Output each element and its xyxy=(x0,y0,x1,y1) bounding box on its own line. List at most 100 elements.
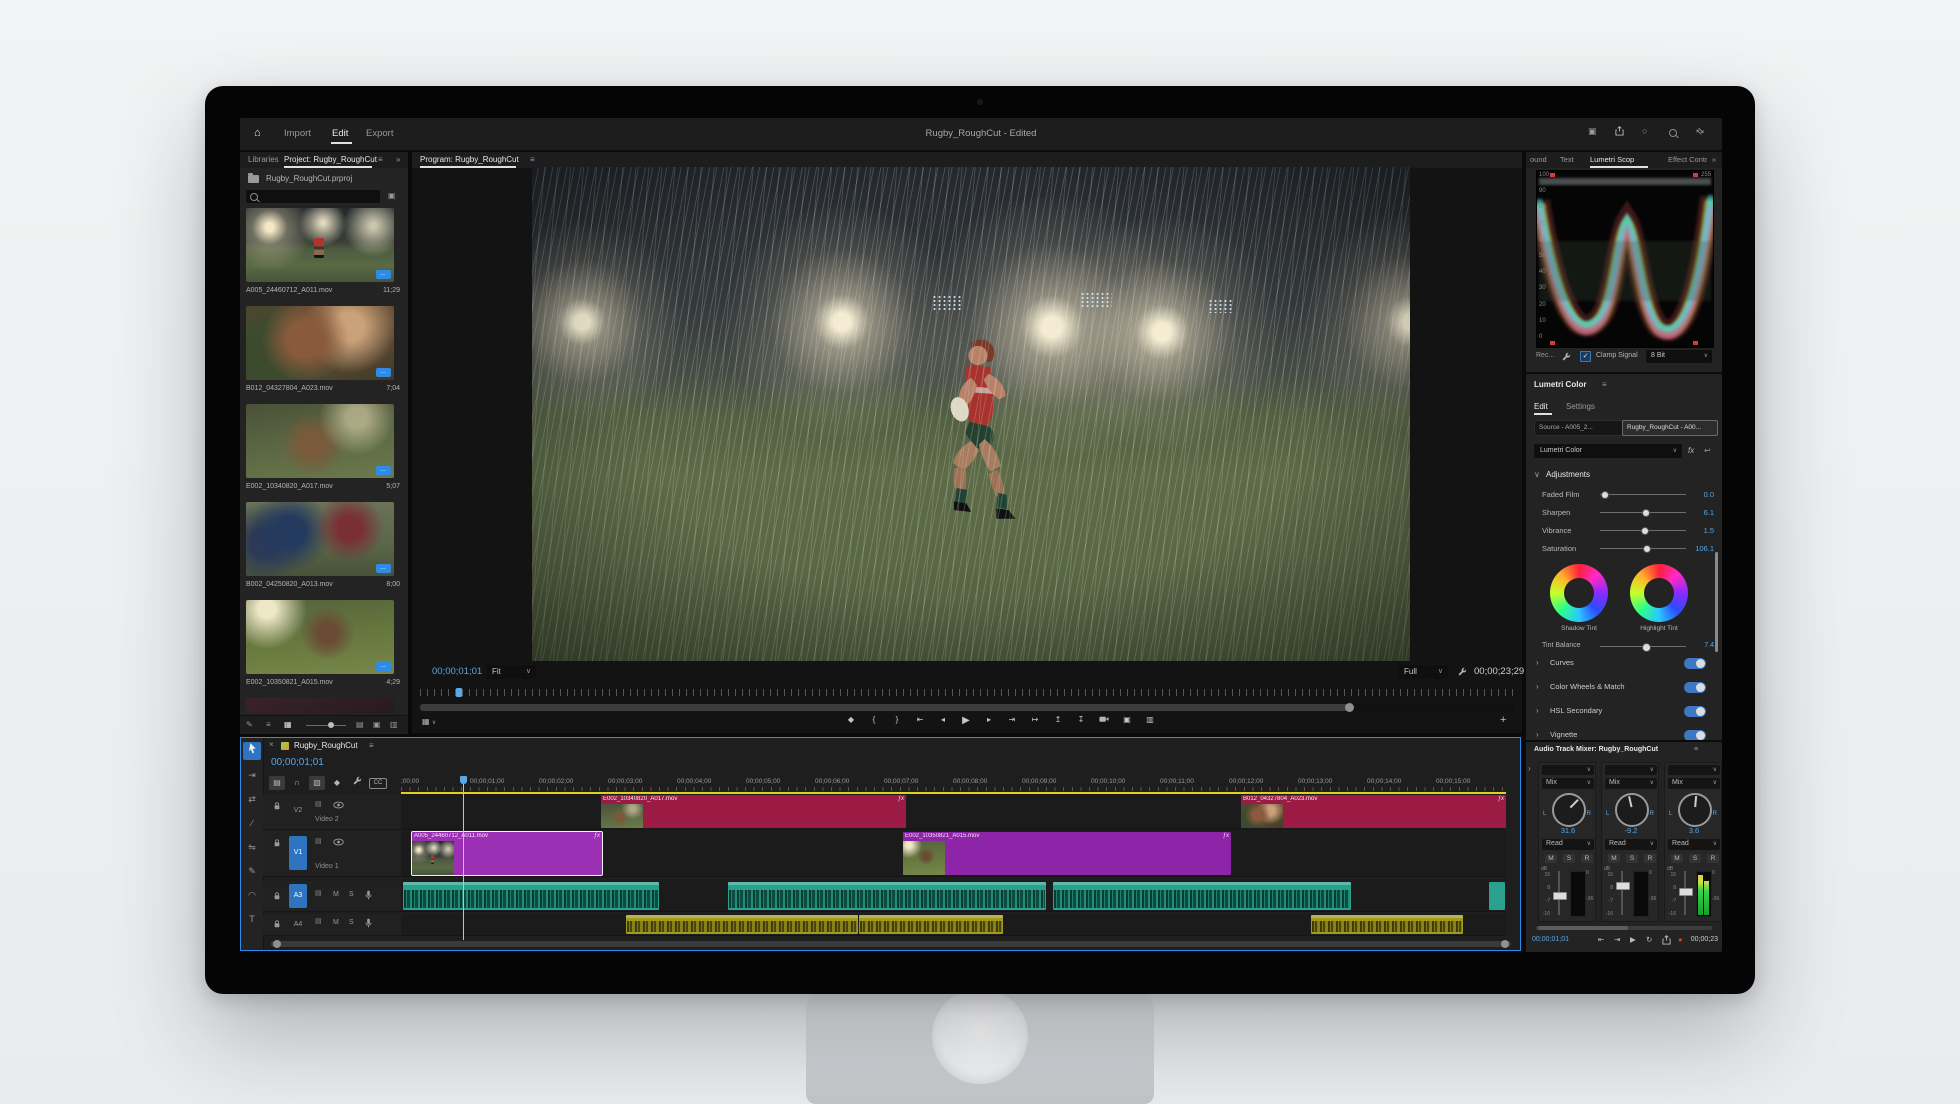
section-chevron-icon[interactable]: › xyxy=(1536,730,1539,739)
automation-select[interactable]: Read∨ xyxy=(1542,839,1594,850)
scrollbar-handle-left[interactable] xyxy=(273,940,281,948)
mix-select[interactable]: Mix∨ xyxy=(1542,778,1594,789)
lock-icon[interactable] xyxy=(273,839,281,849)
slider-track[interactable] xyxy=(1600,494,1686,495)
project-clip[interactable]: …A005_24460712_A011.mov11;29 xyxy=(240,208,408,304)
io-select[interactable]: ∨ xyxy=(1542,765,1594,775)
slider-value[interactable]: 6.1 xyxy=(1684,508,1714,517)
snap-icon[interactable]: ∩ xyxy=(289,776,305,790)
mixer-scrollbar-thumb[interactable] xyxy=(1538,926,1628,930)
lift-icon[interactable]: ↥ xyxy=(1049,715,1067,724)
source-patch-icon[interactable]: ▤ xyxy=(315,917,322,925)
track-content-a4[interactable] xyxy=(401,914,1506,936)
play-icon[interactable]: ▶ xyxy=(1630,935,1636,944)
shadow-tint-wheel[interactable] xyxy=(1550,564,1608,622)
add-marker-icon[interactable]: ◆ xyxy=(842,715,860,724)
mix-select[interactable]: Mix∨ xyxy=(1605,778,1657,789)
clip-thumbnail[interactable]: … xyxy=(246,502,394,576)
pan-knob[interactable] xyxy=(1615,793,1649,827)
close-icon[interactable]: × xyxy=(269,740,274,749)
program-menu-icon[interactable]: ≡ xyxy=(530,155,535,164)
fx-icon[interactable]: fx xyxy=(1688,446,1694,455)
scope-rec-label[interactable]: Rec... xyxy=(1536,352,1554,359)
share-icon[interactable] xyxy=(1615,126,1624,138)
mix-select[interactable]: Mix∨ xyxy=(1668,778,1720,789)
source-patch-icon[interactable]: ▤ xyxy=(315,800,322,808)
lumetri-menu-icon[interactable]: ≡ xyxy=(1602,380,1607,389)
project-clip[interactable]: …E002_10350821_A015.mov4;29 xyxy=(240,600,408,696)
track-content-v1[interactable]: A005_24460712_A011.movƒxE002_10350821_A0… xyxy=(401,831,1506,877)
lock-icon[interactable] xyxy=(273,892,281,902)
lock-icon[interactable] xyxy=(273,920,281,930)
mute-button[interactable]: M xyxy=(333,919,339,926)
mic-icon[interactable] xyxy=(365,918,372,930)
timeline-clip[interactable] xyxy=(859,915,1003,934)
fader-handle[interactable] xyxy=(1553,892,1567,900)
clip-options-badge[interactable]: … xyxy=(376,564,391,573)
fader-handle[interactable] xyxy=(1679,888,1693,896)
clip-thumbnail[interactable]: … xyxy=(246,208,394,282)
step-back-icon[interactable]: ◂ xyxy=(934,715,952,724)
track-header-a3[interactable]: A3▤MS xyxy=(263,881,401,912)
captions-icon[interactable]: CC xyxy=(369,778,387,789)
msr-button-m[interactable]: M xyxy=(1671,854,1683,863)
section-hsl-secondary[interactable]: HSL Secondary xyxy=(1550,706,1602,715)
mixer-menu-icon[interactable]: ≡ xyxy=(1694,746,1698,753)
tool-track-select[interactable]: ⇥ xyxy=(243,766,261,784)
thumb-zoom-slider[interactable] xyxy=(306,725,346,726)
slider-knob[interactable] xyxy=(1642,509,1650,517)
timeline-playhead[interactable] xyxy=(463,776,464,940)
mark-in-icon[interactable]: { xyxy=(865,715,883,724)
project-file-row[interactable]: Rugby_RoughCut.prproj xyxy=(240,172,408,186)
track-target-badge[interactable]: A4 xyxy=(289,917,307,932)
program-scrollbar[interactable] xyxy=(420,704,1514,711)
clip-options-badge[interactable]: … xyxy=(376,270,391,279)
msr-button-s[interactable]: S xyxy=(1563,854,1575,863)
new-item-icon[interactable]: ▥ xyxy=(390,720,398,729)
workspace-icon[interactable]: ▣ xyxy=(1588,126,1597,137)
mixer-scrollbar[interactable] xyxy=(1536,926,1712,930)
record-icon[interactable]: ● xyxy=(1678,935,1683,944)
tint-balance-knob[interactable] xyxy=(1642,643,1651,652)
track-header-v2[interactable]: V2▤Video 2 xyxy=(263,794,401,830)
program-video-viewer[interactable] xyxy=(532,167,1410,661)
program-playhead[interactable] xyxy=(456,688,462,697)
section-chevron-icon[interactable]: › xyxy=(1536,706,1539,715)
go-to-out-icon[interactable]: ⇥ xyxy=(1003,715,1021,724)
adjustments-chevron-icon[interactable]: ∨ xyxy=(1534,470,1540,479)
timeline-clip[interactable] xyxy=(1053,882,1351,910)
clamp-checkbox[interactable]: ✓ xyxy=(1580,351,1591,362)
panel-overflow-icon[interactable]: » xyxy=(1712,155,1716,164)
nest-icon[interactable]: ▤ xyxy=(269,776,285,790)
track-header-v1[interactable]: V1▤Video 1 xyxy=(263,831,401,877)
new-bin-icon[interactable]: ▣ xyxy=(373,720,381,729)
media-browser-icon[interactable]: ▣ xyxy=(388,191,396,200)
clip-thumbnail[interactable]: … xyxy=(246,600,394,674)
mic-icon[interactable] xyxy=(365,890,372,902)
sequence-clip-button[interactable]: Rugby_RoughCut - A00... xyxy=(1622,420,1718,436)
section-vignette[interactable]: Vignette xyxy=(1550,730,1577,739)
automate-icon[interactable]: ▤ xyxy=(356,720,364,729)
scope-handle[interactable] xyxy=(1550,341,1555,345)
pan-value[interactable]: 31.6 xyxy=(1539,826,1597,835)
linked-selection-icon[interactable]: ▧ xyxy=(309,776,325,790)
slider-knob[interactable] xyxy=(1601,491,1609,499)
tab-project[interactable]: Project: Rugby_RoughCut xyxy=(284,155,377,164)
io-select[interactable]: ∨ xyxy=(1605,765,1657,775)
clip-thumbnail[interactable]: … xyxy=(246,306,394,380)
project-clip[interactable]: …B012_04327804_A023.mov7;04 xyxy=(240,306,408,402)
fullscreen-icon[interactable]: ⇄ xyxy=(1693,125,1706,138)
project-clip[interactable]: … xyxy=(240,698,408,713)
slider-value[interactable]: 0.0 xyxy=(1684,490,1714,499)
section-chevron-icon[interactable]: › xyxy=(1536,682,1539,691)
lumetri-effect-select[interactable]: Lumetri Color ∨ xyxy=(1534,444,1682,458)
msr-button-r[interactable]: R xyxy=(1644,854,1656,863)
proxy-toggle-icon[interactable]: ▥ xyxy=(1141,715,1159,724)
eye-icon[interactable] xyxy=(333,801,344,811)
clip-options-badge[interactable]: … xyxy=(376,368,391,377)
mark-out-icon[interactable]: } xyxy=(888,715,906,724)
scrollbar-handle-right[interactable] xyxy=(1501,940,1509,948)
tab-ound[interactable]: ound xyxy=(1530,155,1547,164)
play-around-icon[interactable]: ↦ xyxy=(1026,715,1044,724)
panel-overflow-icon[interactable]: » xyxy=(396,155,400,164)
